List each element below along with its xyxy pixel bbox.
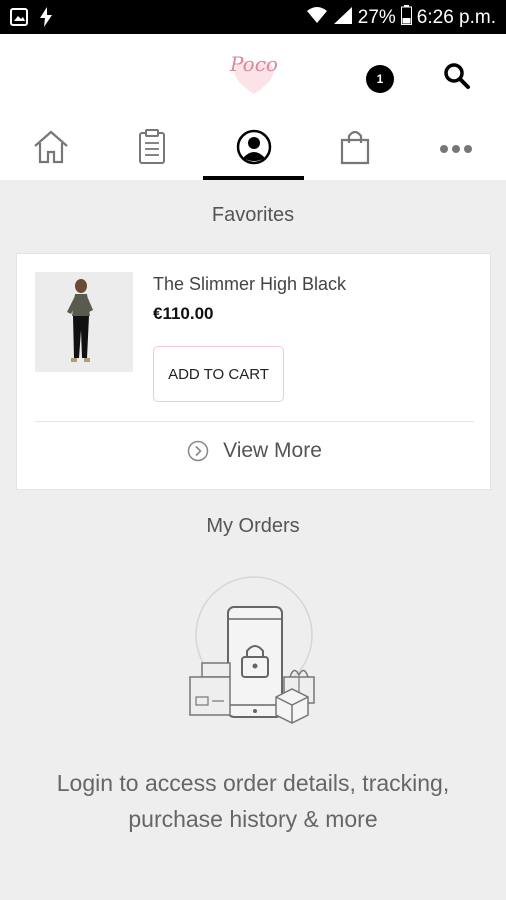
logo[interactable]: Poco — [226, 52, 282, 96]
battery-percent: 27% — [357, 7, 396, 28]
login-prompt[interactable]: Login to access order details, tracking,… — [10, 765, 496, 837]
clipboard-icon — [138, 129, 165, 164]
shopping-bag-icon — [340, 130, 369, 165]
battery-icon — [400, 5, 412, 31]
view-more-link[interactable]: View More — [17, 434, 492, 468]
divider — [35, 421, 474, 422]
search-icon — [444, 63, 470, 89]
wifi-icon — [306, 6, 328, 30]
active-tab-indicator — [203, 176, 304, 180]
view-more-label: View More — [223, 439, 322, 462]
signal-icon — [333, 6, 353, 30]
flash-icon — [40, 7, 52, 31]
image-icon — [10, 8, 28, 30]
clock: 6:26 p.m. — [416, 7, 496, 28]
more-icon — [439, 145, 472, 153]
add-to-cart-button[interactable]: ADD TO CART — [153, 346, 284, 402]
tab-bar — [0, 122, 506, 180]
locked-orders-illustration — [186, 573, 322, 733]
home-icon — [33, 130, 68, 164]
login-prompt-line-2: purchase history & more — [128, 806, 378, 832]
favorites-title: Favorites — [211, 204, 295, 226]
status-bar: 27% 6:26 p.m. — [0, 0, 506, 34]
tab-home[interactable] — [0, 122, 101, 180]
user-icon — [236, 129, 271, 165]
chevron-right-circle-icon — [187, 440, 209, 462]
tab-account[interactable] — [203, 122, 304, 180]
app-header: Poco 1 — [0, 34, 506, 180]
search-button[interactable] — [441, 60, 473, 92]
tab-orders[interactable] — [101, 122, 202, 180]
my-orders-title: My Orders — [206, 515, 300, 537]
login-prompt-line-1: Login to access order details, tracking, — [56, 770, 450, 796]
cart-count-badge: 1 — [366, 65, 394, 93]
logo-text: Poco — [230, 52, 278, 76]
product-image[interactable] — [35, 272, 133, 372]
product-price: €110.00 — [153, 304, 214, 323]
favorites-card: The Slimmer High Black €110.00 ADD TO CA… — [16, 253, 491, 490]
tab-more[interactable] — [405, 122, 506, 180]
tab-cart[interactable] — [304, 122, 405, 180]
product-name[interactable]: The Slimmer High Black — [153, 274, 346, 295]
